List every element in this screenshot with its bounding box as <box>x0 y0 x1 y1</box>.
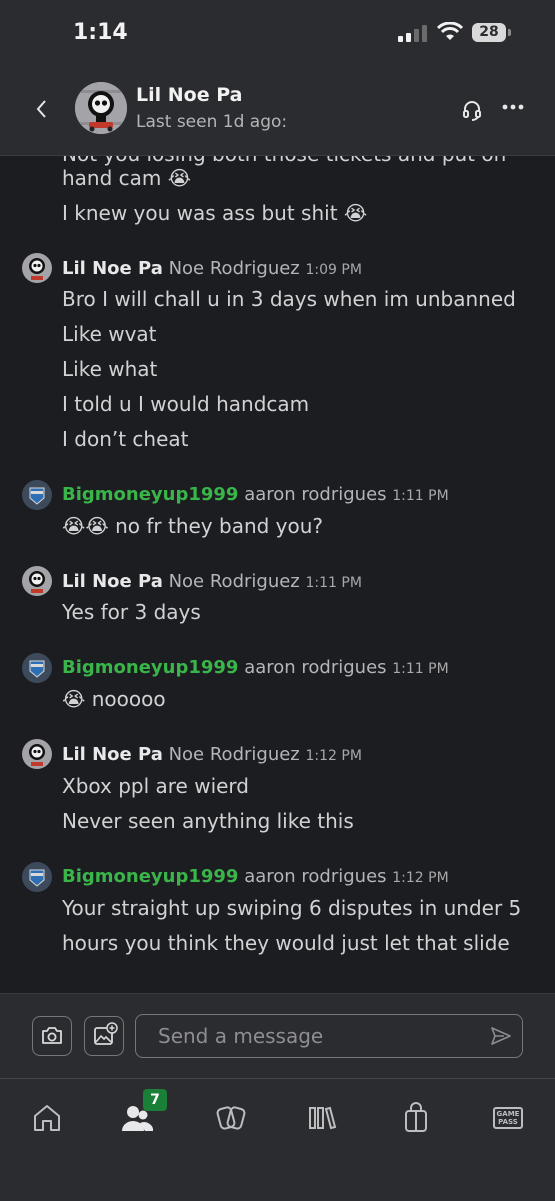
game-pass-label-bottom: PASS <box>498 1118 518 1126</box>
game-pass-tab[interactable]: GAME PASS <box>493 1107 523 1129</box>
message-text: Like wvat <box>62 322 157 346</box>
message-text: 😭 nooooo <box>62 687 166 711</box>
status-time: 1:14 <box>73 20 128 45</box>
more-options-icon[interactable] <box>502 104 524 110</box>
sender-realname: Noe Rodriguez <box>168 258 300 279</box>
friends-notification-badge: 7 <box>143 1089 167 1111</box>
message-text: I don’t cheat <box>62 427 189 451</box>
message-text: 😭😭 no fr they band you? <box>62 514 324 538</box>
message-text: I told u I would handcam <box>62 392 310 416</box>
message-timestamp: 1:09 PM <box>305 262 362 278</box>
message-header: Lil Noe Pa Noe Rodriguez 1:09 PM <box>62 258 362 279</box>
message-list[interactable]: Not you losing both those tickets and pu… <box>0 156 555 993</box>
sender-avatar[interactable] <box>22 739 52 769</box>
message-text: I knew you was ass but shit 😭 <box>62 201 368 225</box>
contact-avatar[interactable] <box>75 82 127 134</box>
send-icon[interactable] <box>490 1025 512 1047</box>
message-text: Yes for 3 days <box>62 600 201 624</box>
conversation-header: Lil Noe Pa Last seen 1d ago: <box>0 70 555 156</box>
message-timestamp: 1:11 PM <box>392 488 449 504</box>
social-icon[interactable] <box>214 1101 248 1135</box>
message-header: Lil Noe Pa Noe Rodriguez 1:11 PM <box>62 571 362 592</box>
sender-gamertag[interactable]: Bigmoneyup1999 <box>62 866 238 887</box>
message-text: hand cam 😭 <box>62 166 192 190</box>
battery-tip <box>508 29 511 36</box>
sender-realname: Noe Rodriguez <box>168 571 300 592</box>
sender-gamertag[interactable]: Lil Noe Pa <box>62 571 163 592</box>
sender-realname: aaron rodrigues <box>244 866 387 887</box>
message-text: Bro I will chall u in 3 days when im unb… <box>62 287 516 311</box>
back-chevron-icon[interactable] <box>30 97 54 121</box>
camera-icon <box>42 1027 62 1044</box>
store-icon[interactable] <box>399 1101 433 1135</box>
camera-button[interactable] <box>32 1016 72 1056</box>
add-image-icon <box>94 1022 118 1045</box>
sender-avatar[interactable] <box>22 653 52 683</box>
battery-icon: 28 <box>472 23 506 42</box>
message-input-placeholder: Send a message <box>158 1024 324 1048</box>
message-header: Bigmoneyup1999 aaron rodrigues 1:12 PM <box>62 866 449 887</box>
library-icon[interactable] <box>305 1101 339 1135</box>
home-icon[interactable] <box>30 1101 64 1135</box>
message-text: Xbox ppl are wierd <box>62 774 250 798</box>
attach-image-button[interactable] <box>84 1016 124 1056</box>
message-timestamp: 1:12 PM <box>392 870 449 886</box>
message-header: Bigmoneyup1999 aaron rodrigues 1:11 PM <box>62 657 449 678</box>
sender-gamertag[interactable]: Lil Noe Pa <box>62 744 163 765</box>
message-text: Like what <box>62 357 158 381</box>
message-composer: Send a message <box>0 993 555 1079</box>
sender-realname: aaron rodrigues <box>244 484 387 505</box>
sender-realname: aaron rodrigues <box>244 657 387 678</box>
message-timestamp: 1:11 PM <box>392 661 449 677</box>
contact-name: Lil Noe Pa <box>136 84 243 106</box>
message-input[interactable]: Send a message <box>135 1014 523 1058</box>
cellular-signal-icon <box>398 24 428 42</box>
message-timestamp: 1:12 PM <box>305 748 362 764</box>
message-timestamp: 1:11 PM <box>305 575 362 591</box>
status-bar: 1:14 28 <box>0 0 555 70</box>
sender-gamertag[interactable]: Bigmoneyup1999 <box>62 484 238 505</box>
message-text: Never seen anything like this <box>62 809 354 833</box>
sender-avatar[interactable] <box>22 566 52 596</box>
last-seen-status: Last seen 1d ago: <box>136 112 288 132</box>
message-text: hours you think they would just let that… <box>62 931 510 955</box>
message-header: Lil Noe Pa Noe Rodriguez 1:12 PM <box>62 744 362 765</box>
sender-avatar[interactable] <box>22 253 52 283</box>
sender-avatar[interactable] <box>22 862 52 892</box>
sender-gamertag[interactable]: Lil Noe Pa <box>62 258 163 279</box>
headset-icon[interactable] <box>460 98 484 122</box>
sender-gamertag[interactable]: Bigmoneyup1999 <box>62 657 238 678</box>
message-header: Bigmoneyup1999 aaron rodrigues 1:11 PM <box>62 484 449 505</box>
sender-realname: Noe Rodriguez <box>168 744 300 765</box>
message-text: Not you losing both those tickets and pu… <box>62 156 506 166</box>
bottom-tab-bar: 7 GAME PASS <box>0 1078 555 1201</box>
game-pass-label-top: GAME <box>496 1110 520 1118</box>
message-text: Your straight up swiping 6 disputes in u… <box>62 896 522 920</box>
sender-avatar[interactable] <box>22 480 52 510</box>
wifi-icon <box>437 22 463 40</box>
